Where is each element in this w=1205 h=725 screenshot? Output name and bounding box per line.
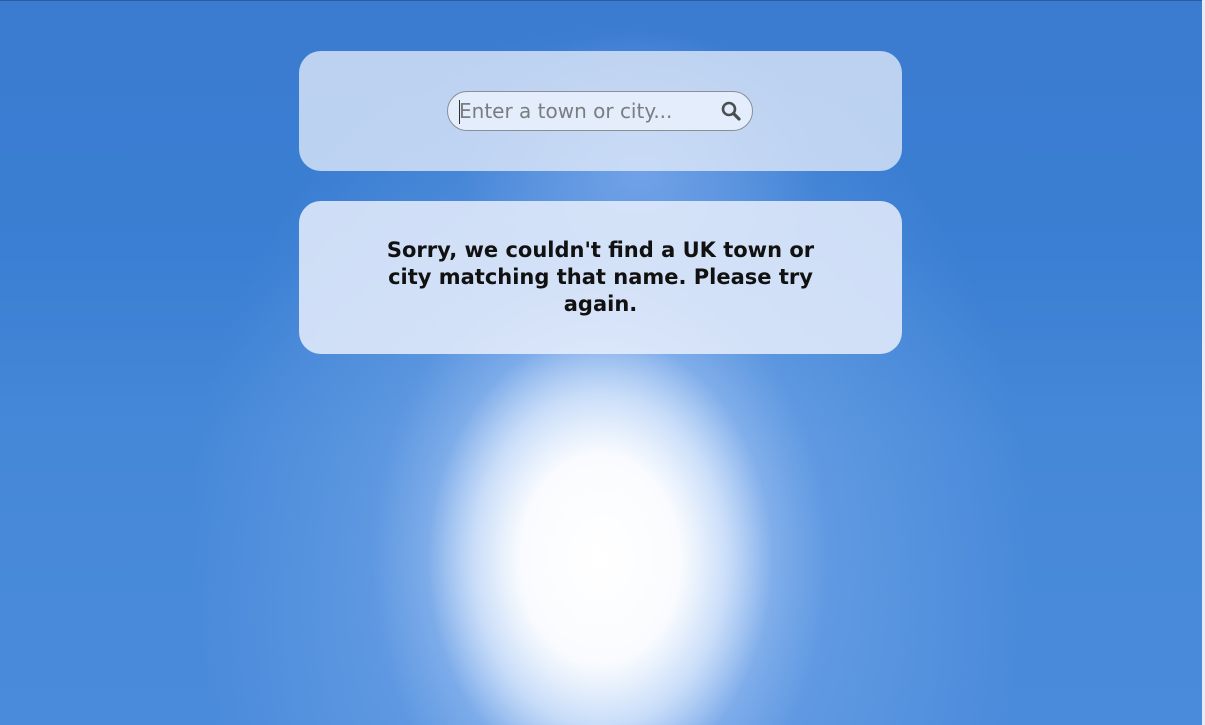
search-panel (299, 51, 902, 171)
text-cursor (459, 100, 460, 124)
search-input[interactable] (459, 96, 709, 126)
search-button[interactable] (720, 100, 742, 122)
error-message: Sorry, we couldn't find a UK town or cit… (386, 238, 815, 316)
search-box[interactable] (447, 91, 753, 131)
window-top-border (0, 0, 1205, 1)
result-panel: Sorry, we couldn't find a UK town or cit… (299, 201, 902, 354)
weather-page: { "search": { "placeholder": "Enter a to… (0, 0, 1205, 725)
search-icon (721, 101, 741, 121)
